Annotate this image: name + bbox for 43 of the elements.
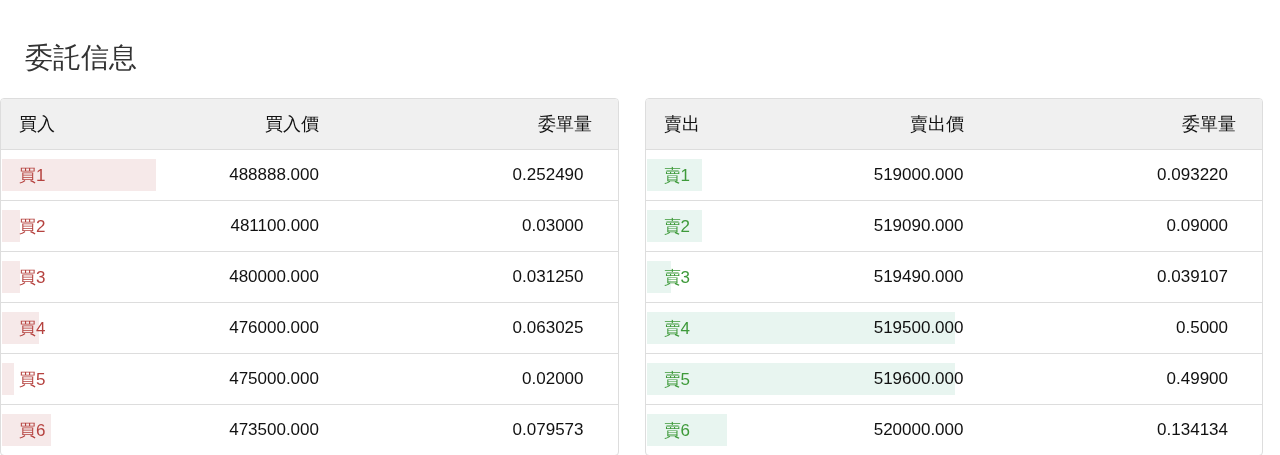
amount-cell: 0.02000: [522, 369, 584, 389]
amount-cell: 0.093220: [1157, 165, 1228, 185]
level-label: 賣3: [662, 266, 690, 289]
price-cell: 520000.000: [873, 420, 964, 440]
column-header: 買入價: [265, 113, 319, 136]
amount-cell: 0.134134: [1157, 420, 1228, 440]
price-cell: 519000.000: [873, 165, 964, 185]
price-cell: 488888.000: [229, 165, 319, 185]
level-label: 賣1: [662, 164, 690, 187]
amount-cell: 0.5000: [1176, 318, 1228, 338]
price-cell: 519090.000: [873, 216, 964, 236]
price-cell: 519600.000: [873, 369, 964, 389]
amount-cell: 0.252490: [512, 165, 584, 185]
level-label: 買5: [18, 368, 46, 391]
amount-cell: 0.03000: [522, 216, 584, 236]
level-label: 買6: [18, 419, 46, 442]
amount-cell: 0.09000: [1166, 216, 1228, 236]
amount-cell: 0.039107: [1157, 267, 1228, 287]
amount-cell: 0.49900: [1166, 369, 1228, 389]
column-header: 賣出價: [909, 113, 964, 136]
level-label: 買1: [18, 164, 46, 187]
price-cell: 476000.000: [229, 318, 319, 338]
level-label: 買4: [18, 317, 46, 340]
column-header: 委單量: [1182, 113, 1236, 136]
price-cell: 519490.000: [873, 267, 964, 287]
amount-cell: 0.079573: [512, 420, 584, 440]
price-cell: 480000.000: [229, 267, 319, 287]
level-label: 賣2: [662, 215, 690, 238]
level-label: 賣4: [662, 317, 690, 340]
level-label: 賣6: [662, 419, 690, 442]
price-cell: 473500.000: [229, 420, 319, 440]
column-header: 賣出: [662, 113, 700, 136]
level-label: 賣5: [662, 368, 690, 391]
amount-cell: 0.063025: [512, 318, 584, 338]
price-cell: 519500.000: [873, 318, 964, 338]
level-label: 買2: [18, 215, 46, 238]
price-cell: 481100.000: [230, 216, 319, 236]
column-header: 委單量: [537, 113, 592, 136]
section-title: 委託信息: [25, 41, 138, 75]
level-label: 買3: [18, 266, 46, 289]
column-header: 買入: [18, 113, 55, 136]
amount-cell: 0.031250: [512, 267, 584, 287]
price-cell: 475000.000: [229, 369, 319, 389]
